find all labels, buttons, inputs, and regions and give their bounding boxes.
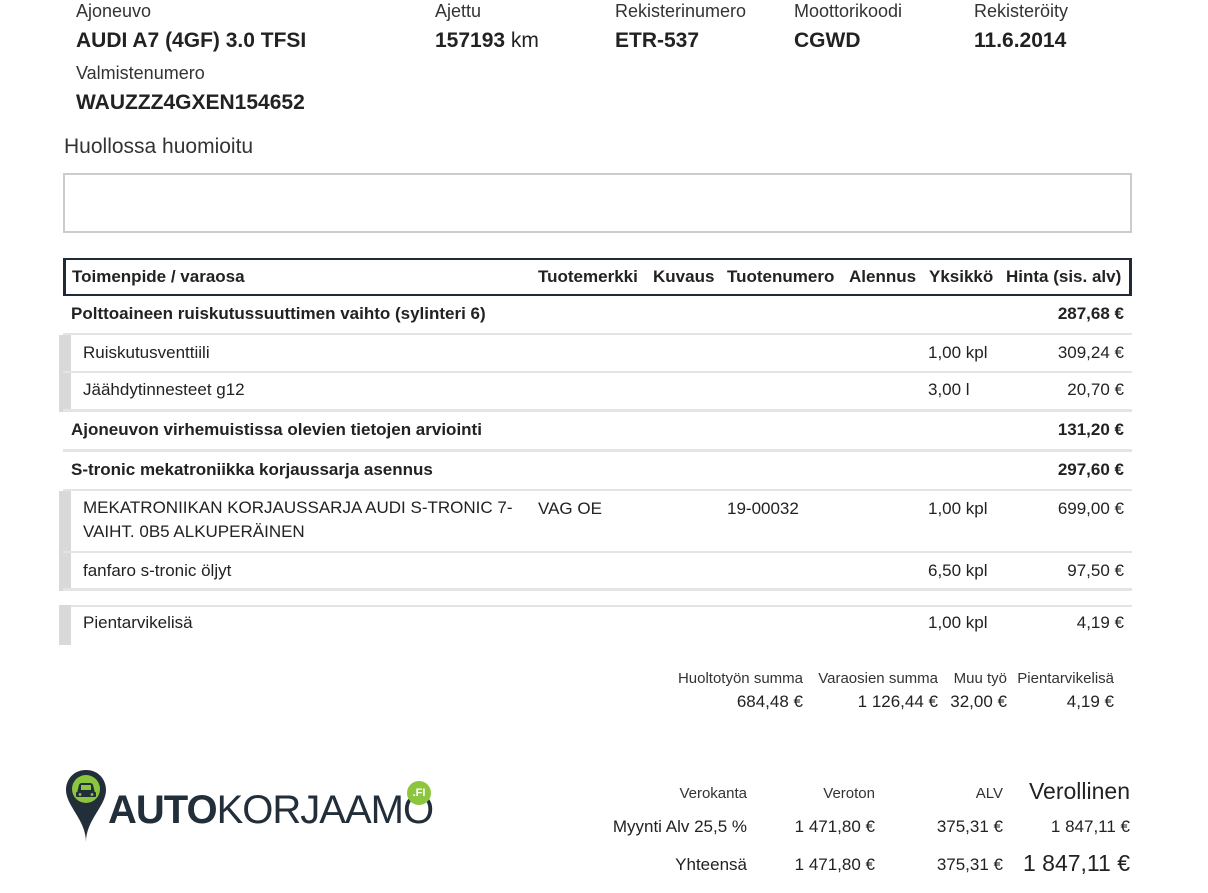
col-header-price: Hinta (sis. alv) <box>1006 267 1122 286</box>
other-work-sum: Muu työ 32,00 € <box>950 668 1007 714</box>
tax-row-gross: 1 847,11 € <box>1050 817 1130 836</box>
tax-row-label: Myynti Alv 25,5 % <box>612 817 747 836</box>
tax-row-vat: 375,31 € <box>936 817 1003 836</box>
work-items-table: Toimenpide / varaosa Tuotemerkki Kuvaus … <box>59 258 1132 645</box>
other-work-value: 32,00 € <box>950 692 1007 711</box>
supplies-sum-label: Pientarvikelisä <box>1017 670 1114 687</box>
tax-header-net: Veroton <box>823 785 875 802</box>
row-unit: 1,00 kpl <box>928 613 988 632</box>
row-price: 297,60 € <box>1057 460 1124 479</box>
col-header-unit: Yksikkö <box>929 267 994 286</box>
tax-total-label: Yhteensä <box>675 855 747 874</box>
tax-row-net: 1 471,80 € <box>794 817 875 836</box>
registered-value: 11.6.2014 <box>974 29 1067 52</box>
engine-code-field: Moottorikoodi CGWD <box>794 0 902 54</box>
mileage-field: Ajettu 157193 km <box>435 0 539 54</box>
row-unit: 1,00 kpl <box>928 343 988 362</box>
row-price: 20,70 € <box>1067 380 1124 399</box>
vin-value: WAUZZZ4GXEN154652 <box>76 91 305 114</box>
table-row-service: Ajoneuvon virhemuistissa olevien tietoje… <box>63 412 1132 452</box>
supplies-sum: Pientarvikelisä 4,19 € <box>1017 668 1114 714</box>
row-name: Polttoaineen ruiskutussuuttimen vaihto (… <box>71 304 486 323</box>
row-price: 131,20 € <box>1057 420 1124 439</box>
row-name: fanfaro s-tronic öljyt <box>83 561 232 580</box>
row-product-number: 19-00032 <box>727 499 799 518</box>
table-row-part: Ruiskutusventtiili 1,00 kpl 309,24 € <box>59 335 1132 373</box>
col-header-brand: Tuotemerkki <box>538 267 638 286</box>
tax-header-vat: ALV <box>975 785 1003 802</box>
vehicle-model-label: Ajoneuvo <box>76 1 152 21</box>
notes-box <box>63 173 1132 233</box>
vehicle-model-field: Ajoneuvo AUDI A7 (4GF) 3.0 TFSI <box>76 0 306 54</box>
tax-header-rate: Verokanta <box>679 785 747 802</box>
tax-summary: Verokanta Veroton ALV Verollinen Myynti … <box>600 775 1132 885</box>
tax-header-gross: Verollinen <box>1028 778 1130 804</box>
tax-total-net: 1 471,80 € <box>794 855 875 874</box>
row-unit: 1,00 kpl <box>928 499 988 518</box>
parts-sum-value: 1 126,44 € <box>857 692 938 711</box>
parts-sum-label: Varaosien summa <box>818 670 938 687</box>
mileage-label: Ajettu <box>435 1 482 21</box>
plate-label: Rekisterinumero <box>615 1 747 21</box>
mileage-value: 157193 <box>435 29 506 52</box>
registered-label: Rekisteröity <box>974 1 1069 21</box>
row-name: Ruiskutusventtiili <box>83 343 210 362</box>
table-row-part: MEKATRONIIKAN KORJAUSSARJA AUDI S-TRONIC… <box>59 491 1132 553</box>
other-work-label: Muu työ <box>953 670 1007 687</box>
row-price: 97,50 € <box>1067 561 1124 580</box>
engine-code-label: Moottorikoodi <box>794 1 903 21</box>
labor-sum-value: 684,48 € <box>736 692 803 711</box>
table-row-part: fanfaro s-tronic öljyt 6,50 kpl 97,50 € <box>59 553 1132 591</box>
engine-code-value: CGWD <box>794 29 861 52</box>
autokorjaamo-logo: AUTOKORJAAMO .FI <box>64 768 444 848</box>
vin-label: Valmistenumero <box>76 63 205 83</box>
row-price: 4,19 € <box>1076 613 1124 632</box>
row-name: S-tronic mekatroniikka korjaussarja asen… <box>71 460 433 479</box>
parts-sum: Varaosien summa 1 126,44 € <box>818 668 938 714</box>
col-header-description: Kuvaus <box>653 267 715 286</box>
supplies-sum-value: 4,19 € <box>1066 692 1114 711</box>
tax-total-gross: 1 847,11 € <box>1022 850 1130 876</box>
col-header-discount: Alennus <box>849 267 917 286</box>
row-price: 287,68 € <box>1057 304 1124 323</box>
location-pin-icon <box>66 770 106 842</box>
row-price: 309,24 € <box>1057 343 1124 362</box>
registered-field: Rekisteröity 11.6.2014 <box>974 0 1068 54</box>
row-brand: VAG OE <box>538 499 602 518</box>
table-row-part: Jäähdytinnesteet g12 3,00 l 20,70 € <box>59 373 1132 412</box>
vehicle-info: Ajoneuvo AUDI A7 (4GF) 3.0 TFSI Ajettu 1… <box>76 0 1176 120</box>
table-row-supplies: Pientarvikelisä 1,00 kpl 4,19 € <box>59 605 1132 645</box>
row-price: 699,00 € <box>1057 499 1124 518</box>
cost-summary: Huoltotyön summa 684,48 € Varaosien summ… <box>640 668 1130 718</box>
plate-field: Rekisterinumero ETR-537 <box>615 0 746 54</box>
vehicle-model: AUDI A7 (4GF) 3.0 TFSI <box>76 29 307 52</box>
labor-sum-label: Huoltotyön summa <box>677 670 803 687</box>
vin-field: Valmistenumero WAUZZZ4GXEN154652 <box>76 62 305 116</box>
logo-korjaamo: KORJAAMO <box>216 788 434 832</box>
logo-fi-badge: .FI <box>407 781 431 805</box>
table-header: Toimenpide / varaosa Tuotemerkki Kuvaus … <box>63 258 1132 296</box>
table-row-service: S-tronic mekatroniikka korjaussarja asen… <box>63 452 1132 491</box>
tax-total-vat: 375,31 € <box>936 855 1003 874</box>
table-row-service: Polttoaineen ruiskutussuuttimen vaihto (… <box>63 296 1132 335</box>
row-name: MEKATRONIIKAN KORJAUSSARJA AUDI S-TRONIC… <box>83 498 513 541</box>
col-header-product-number: Tuotenumero <box>727 267 835 286</box>
row-name: Ajoneuvon virhemuistissa olevien tietoje… <box>71 420 482 439</box>
logo-wordmark: AUTOKORJAAMO <box>108 786 434 834</box>
row-unit: 3,00 l <box>928 380 970 399</box>
row-unit: 6,50 kpl <box>928 561 988 580</box>
plate-value: ETR-537 <box>615 29 700 52</box>
row-name: Pientarvikelisä <box>83 613 193 632</box>
notes-title: Huollossa huomioitu <box>64 135 254 158</box>
col-header-item: Toimenpide / varaosa <box>72 267 245 286</box>
mileage-unit: km <box>505 29 539 52</box>
logo-auto: AUTO <box>108 788 218 832</box>
row-name: Jäähdytinnesteet g12 <box>83 380 245 399</box>
labor-sum: Huoltotyön summa 684,48 € <box>678 668 803 714</box>
